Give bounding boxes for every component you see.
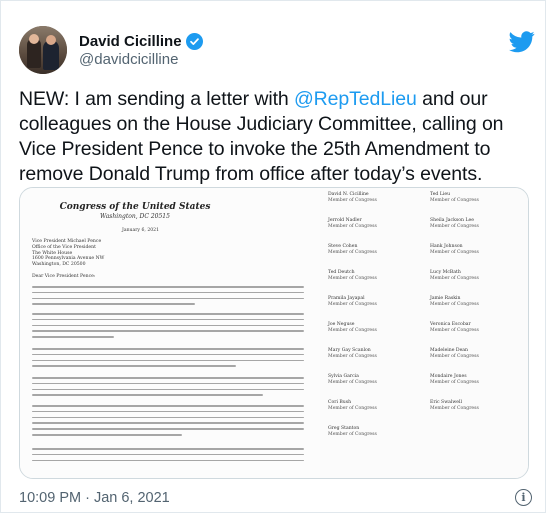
signatory: Ted Deutch Member of Congress [328,270,377,281]
signatory: Mondaire Jones Member of Congress [430,374,479,385]
letter-salutation: Dear Vice President Pence: [32,274,96,279]
signatory: Hank Johnson Member of Congress [430,244,479,255]
tweet-text: NEW: I am sending a letter with @RepTedL… [19,87,531,187]
letter-date: January 6, 2021 [122,228,160,233]
avatar[interactable] [19,26,67,74]
letter-paragraph [32,405,304,440]
signatory: Steve Cohen Member of Congress [328,244,377,255]
signatory: Mary Gay Scanlon Member of Congress [328,348,377,359]
letter-paragraph [32,313,304,342]
letter-page-1: Congress of the United States Washington… [20,188,320,478]
tweet-timestamp[interactable]: 10:09 PM · Jan 6, 2021 [19,490,170,506]
mention-link[interactable]: @RepTedLieu [294,88,417,110]
signatory: Greg Stanton Member of Congress [328,426,377,437]
signatory: Cori Bush Member of Congress [328,400,377,411]
letter-paragraph [32,377,304,400]
signatory: Pramila Jayapal Member of Congress [328,296,377,307]
signatory: David N. Cicilline Member of Congress [328,192,377,203]
signatory: Sylvia Garcia Member of Congress [328,374,377,385]
signatory: Jamie Raskin Member of Congress [430,296,479,307]
letter-paragraph [32,348,304,371]
signatory: Joe Neguse Member of Congress [328,322,377,333]
signatory: Madeleine Dean Member of Congress [430,348,479,359]
letterhead-subtitle: Washington, DC 20515 [100,213,170,220]
verified-badge-icon [185,32,203,50]
letter-paragraph [32,448,304,465]
author-handle[interactable]: @davidcicilline [79,51,203,68]
letterhead-title: Congress of the United States [59,202,211,212]
signatory: Lucy McBath Member of Congress [430,270,479,281]
author-names: David Cicilline @davidcicilline [79,32,203,68]
twitter-bird-icon[interactable] [509,31,535,53]
tweet-card: David Cicilline @davidcicilline NEW: I a… [0,0,546,513]
signatory: Sheila Jackson Lee Member of Congress [430,218,479,229]
author-display-name[interactable]: David Cicilline [79,33,182,50]
info-icon[interactable]: i [515,489,532,506]
letter-page-signatures: David N. Cicilline Member of Congress Jer… [320,188,528,478]
tweet-header: David Cicilline @davidcicilline [19,25,203,75]
letter-image[interactable]: Congress of the United States Washington… [19,187,529,479]
signatory: Veronica Escobar Member of Congress [430,322,479,333]
letter-paragraph [32,286,304,309]
tweet-text-part: NEW: I am sending a letter with [19,88,294,110]
letter-addressee: Vice President Michael Pence Office of t… [32,239,105,268]
signatory: Ted Lieu Member of Congress [430,192,479,203]
signatory: Jerrold Nadler Member of Congress [328,218,377,229]
signatory: Eric Swalwell Member of Congress [430,400,479,411]
